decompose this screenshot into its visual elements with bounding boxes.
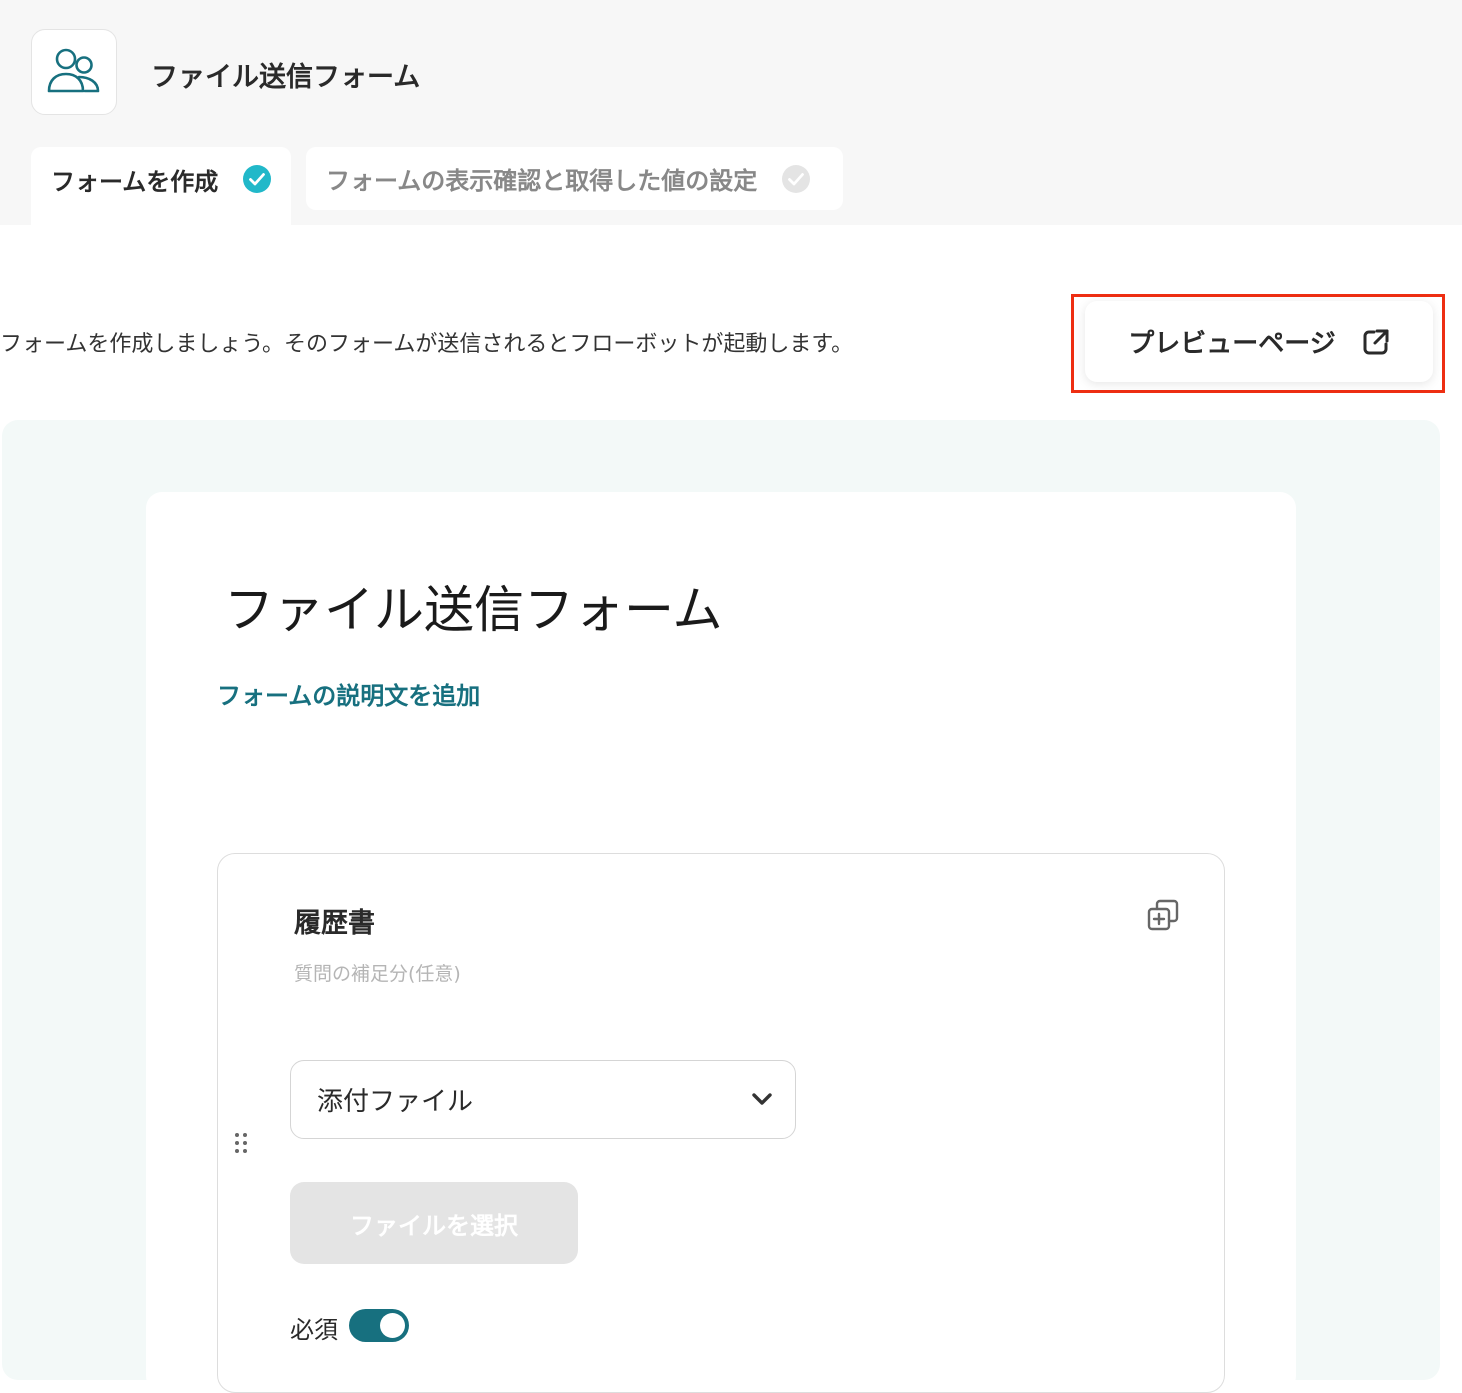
app-title: ファイル送信フォーム <box>151 62 421 93</box>
check-circle-icon <box>781 164 811 194</box>
tab-label: フォームを作成 <box>51 167 219 196</box>
instruction-text: フォームを作成しましょう。そのフォームが送信されるとフローボットが起動します。 <box>0 332 854 357</box>
toggle-knob <box>380 1313 405 1338</box>
check-circle-icon <box>242 164 272 194</box>
add-description-link[interactable]: フォームの説明文を追加 <box>217 676 480 711</box>
drag-handle-icon[interactable] <box>231 1130 251 1156</box>
question-type-value: 添付ファイル <box>317 1087 474 1117</box>
app-icon-tile <box>31 29 117 115</box>
duplicate-icon[interactable] <box>1146 898 1180 932</box>
question-type-select[interactable]: 添付ファイル <box>290 1060 796 1139</box>
app-header: ファイル送信フォーム フォームを作成 フォームの表示確認と取得した値の設定 <box>0 0 1462 225</box>
select-file-button[interactable]: ファイルを選択 <box>290 1182 578 1264</box>
tab-create-form[interactable]: フォームを作成 <box>31 147 291 225</box>
form-title[interactable]: ファイル送信フォーム <box>224 570 723 642</box>
select-file-label: ファイルを選択 <box>350 1211 518 1240</box>
users-icon <box>47 48 100 93</box>
required-toggle[interactable] <box>349 1309 409 1342</box>
required-label: 必須 <box>290 1316 338 1344</box>
external-link-icon <box>1363 329 1389 354</box>
chevron-down-icon <box>752 1093 772 1105</box>
preview-page-button[interactable]: プレビューページ <box>1085 301 1433 382</box>
question-hint[interactable]: 質問の補足分(任意) <box>294 959 461 986</box>
preview-button-label: プレビューページ <box>1128 329 1336 359</box>
question-title[interactable]: 履歴書 <box>294 901 375 940</box>
tab-label: フォームの表示確認と取得した値の設定 <box>326 167 758 195</box>
tab-preview-settings[interactable]: フォームの表示確認と取得した値の設定 <box>306 147 843 210</box>
